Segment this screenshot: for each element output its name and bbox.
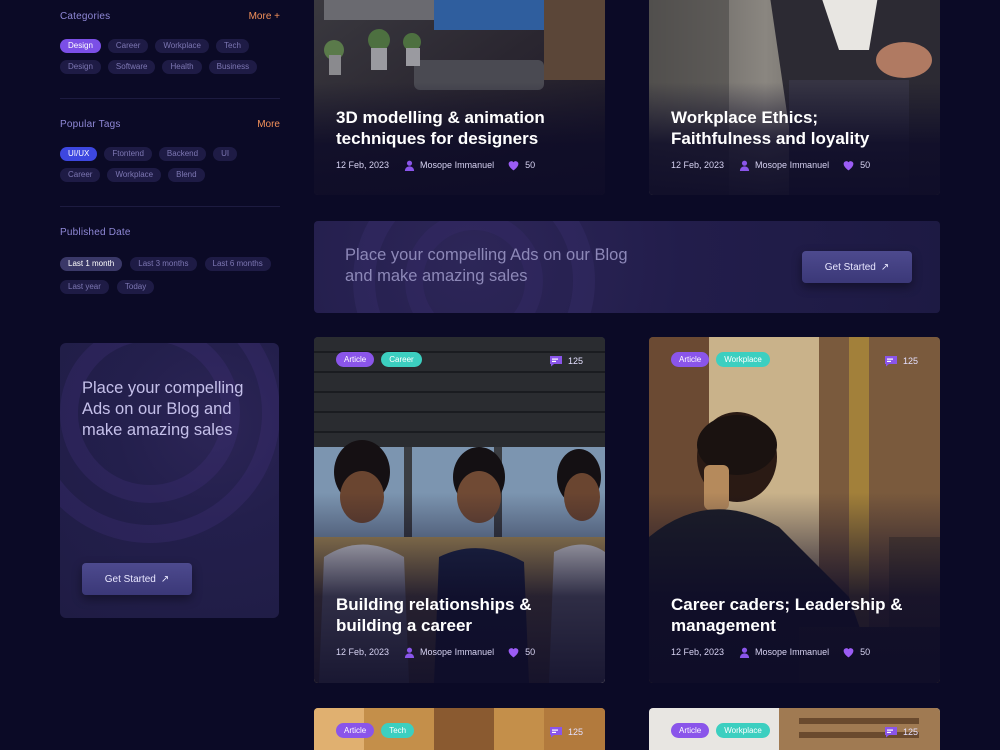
comment-icon — [884, 356, 897, 367]
card-title[interactable]: Building relationships & building a care… — [336, 594, 576, 636]
card-tags: Article Tech — [336, 723, 415, 738]
comment-count-value: 125 — [567, 727, 583, 737]
card-tags: Article Career — [336, 352, 422, 367]
banner-ad-text: Place your compelling Ads on our Blog an… — [345, 246, 628, 285]
card-meta: 12 Feb, 2023 Mosope Immanuel 50 — [671, 159, 870, 171]
tag-article[interactable]: Article — [336, 723, 375, 738]
tag-chip-ui[interactable]: UI — [213, 147, 238, 161]
card-author: Mosope Immanuel — [755, 647, 830, 657]
heart-icon[interactable] — [507, 646, 520, 658]
card-meta: 12 Feb, 2023 Mosope Immanuel 50 — [336, 646, 535, 658]
card-author: Mosope Immanuel — [420, 647, 495, 657]
blog-card[interactable]: Article Workplace 125 Career caders; Lea… — [649, 337, 940, 683]
arrow-up-right-icon: ↗ — [880, 261, 890, 273]
tag-workplace[interactable]: Workplace — [716, 352, 770, 367]
comment-count[interactable]: 125 — [549, 355, 583, 367]
tag-article[interactable]: Article — [671, 352, 710, 367]
category-chip-tech[interactable]: Tech — [216, 39, 249, 53]
card-likes: 50 — [860, 647, 871, 657]
banner-get-started-button[interactable]: Get Started ↗ — [802, 251, 912, 283]
user-icon — [404, 160, 415, 171]
card-author: Mosope Immanuel — [420, 160, 495, 170]
card-meta: 12 Feb, 2023 Mosope Immanuel 50 — [336, 159, 535, 171]
card-meta: 12 Feb, 2023 Mosope Immanuel 50 — [671, 646, 870, 658]
user-icon — [404, 647, 415, 658]
date-chip-last-3-months[interactable]: Last 3 months — [130, 257, 197, 271]
card-likes: 50 — [860, 160, 871, 170]
heart-icon[interactable] — [842, 646, 855, 658]
tag-chip-career[interactable]: Career — [60, 168, 101, 182]
blog-card[interactable]: Article Tech 125 — [314, 708, 605, 750]
comment-icon — [549, 727, 562, 738]
sidebar-ad-card: Place your compelling Ads on our Blog an… — [60, 343, 279, 618]
card-likes: 50 — [525, 647, 536, 657]
comment-icon — [884, 727, 897, 738]
category-chip-business[interactable]: Business — [208, 60, 258, 74]
banner-ad: Place your compelling Ads on our Blog an… — [314, 221, 940, 313]
popular-tags-more-link[interactable]: More — [257, 119, 280, 130]
tag-chip-workplace[interactable]: Workplace — [107, 168, 162, 182]
card-tags: Article Workplace — [671, 723, 770, 738]
blog-card[interactable]: Workplace Ethics; Faithfulness and loyal… — [649, 0, 940, 195]
divider — [60, 98, 280, 99]
card-date: 12 Feb, 2023 — [336, 160, 390, 170]
user-icon — [739, 160, 750, 171]
heart-icon[interactable] — [842, 159, 855, 171]
categories-title: Categories — [60, 10, 111, 22]
date-chip-today[interactable]: Today — [116, 280, 155, 294]
sidebar-ad-text: Place your compelling Ads on our Blog an… — [82, 379, 244, 439]
comment-count[interactable]: 125 — [884, 355, 918, 367]
comment-count-value: 125 — [567, 356, 583, 366]
date-chip-last-1-month[interactable]: Last 1 month — [60, 257, 123, 271]
arrow-up-right-icon: ↗ — [160, 573, 170, 585]
popular-tags-title: Popular Tags — [60, 118, 121, 130]
comment-count-value: 125 — [902, 356, 918, 366]
card-date: 12 Feb, 2023 — [336, 647, 390, 657]
card-title[interactable]: Workplace Ethics; Faithfulness and loyal… — [671, 107, 921, 149]
user-icon — [739, 647, 750, 658]
date-chip-last-year[interactable]: Last year — [60, 280, 109, 294]
heart-icon[interactable] — [507, 159, 520, 171]
sidebar-get-started-button[interactable]: Get Started ↗ — [82, 563, 192, 595]
comment-count[interactable]: 125 — [884, 726, 918, 738]
category-chip-design[interactable]: Design — [60, 39, 101, 53]
tag-chip-backend[interactable]: Backend — [158, 147, 207, 161]
category-chip-software[interactable]: Software — [107, 60, 156, 74]
date-chip-last-6-months[interactable]: Last 6 months — [204, 257, 271, 271]
categories-section: Categories More + Design Career Workplac… — [60, 7, 280, 74]
get-started-label: Get Started — [104, 573, 156, 585]
card-title[interactable]: Career caders; Leadership & management — [671, 594, 921, 636]
tag-article[interactable]: Article — [671, 723, 710, 738]
card-likes: 50 — [525, 160, 536, 170]
tag-article[interactable]: Article — [336, 352, 375, 367]
category-chip-health[interactable]: Health — [162, 60, 202, 74]
blog-card[interactable]: Article Workplace 125 — [649, 708, 940, 750]
tag-workplace[interactable]: Workplace — [716, 723, 770, 738]
tag-chip-blend[interactable]: Blend — [168, 168, 205, 182]
card-title[interactable]: 3D modelling & animation techniques for … — [336, 107, 586, 149]
card-author: Mosope Immanuel — [755, 160, 830, 170]
tag-tech[interactable]: Tech — [381, 723, 415, 738]
card-date: 12 Feb, 2023 — [671, 647, 725, 657]
category-chip-workplace[interactable]: Workplace — [155, 39, 210, 53]
published-date-section: Published Date Last 1 month Last 3 month… — [60, 223, 280, 294]
popular-tags-section: Popular Tags More UI/UX Ftontend Backend… — [60, 115, 280, 182]
category-chip-career[interactable]: Career — [107, 39, 149, 53]
tag-chip-uiux[interactable]: UI/UX — [60, 147, 98, 161]
get-started-label: Get Started — [824, 261, 876, 273]
card-date: 12 Feb, 2023 — [671, 160, 725, 170]
blog-card[interactable]: Article Career 125 Building relationship… — [314, 337, 605, 683]
tag-chip-frontend[interactable]: Ftontend — [104, 147, 152, 161]
categories-more-link[interactable]: More + — [249, 11, 280, 22]
category-chip-design-2[interactable]: Design — [60, 60, 101, 74]
card-tags: Article Workplace — [671, 352, 770, 367]
comment-icon — [549, 356, 562, 367]
comment-count[interactable]: 125 — [549, 726, 583, 738]
published-date-title: Published Date — [60, 226, 131, 238]
comment-count-value: 125 — [902, 727, 918, 737]
tag-career[interactable]: Career — [381, 352, 422, 367]
blog-card[interactable]: 3D modelling & animation techniques for … — [314, 0, 605, 195]
divider — [60, 206, 280, 207]
